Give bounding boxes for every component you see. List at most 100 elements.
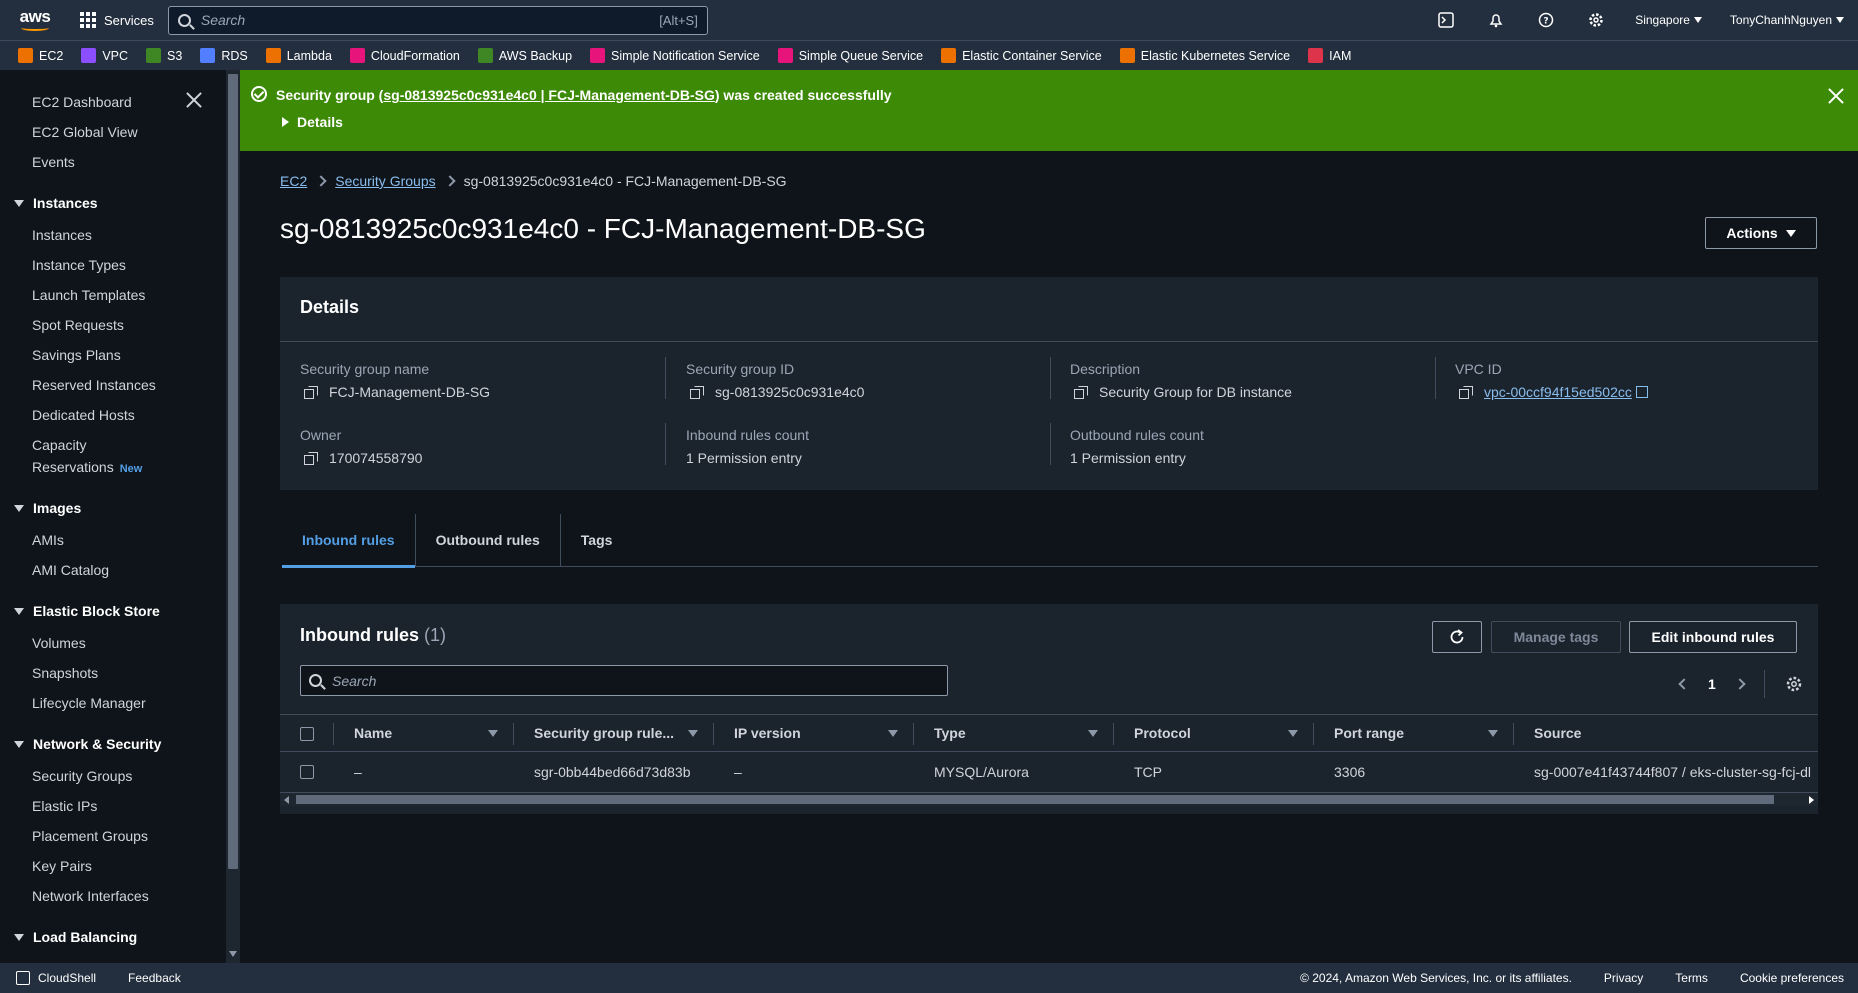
sidebar-item-key-pairs[interactable]: Key Pairs — [32, 858, 92, 874]
breadcrumb-security-groups[interactable]: Security Groups — [335, 173, 435, 189]
scroll-down-arrow-icon[interactable] — [229, 951, 237, 957]
column-header-port-range[interactable]: Port range — [1334, 725, 1404, 741]
aws-logo[interactable]: aws — [0, 0, 70, 40]
sidebar-item-launch-templates[interactable]: Launch Templates — [32, 287, 145, 303]
sidebar-item-events[interactable]: Events — [32, 154, 75, 170]
copy-icon[interactable] — [1459, 385, 1473, 399]
sort-icon[interactable] — [1088, 730, 1098, 737]
footer-privacy-link[interactable]: Privacy — [1604, 971, 1643, 985]
help-button[interactable]: ? — [1521, 0, 1571, 40]
sidebar-item-placement-groups[interactable]: Placement Groups — [32, 828, 148, 844]
sort-icon[interactable] — [1488, 730, 1498, 737]
sidebar-item-capacity-reservations[interactable]: Reservations New — [32, 459, 142, 475]
favorite-simple-notification-service[interactable]: Simple Notification Service — [590, 48, 760, 63]
sidebar-item-snapshots[interactable]: Snapshots — [32, 665, 98, 681]
sort-icon[interactable] — [688, 730, 698, 737]
current-page[interactable]: 1 — [1708, 676, 1716, 692]
close-sidebar-icon[interactable] — [186, 92, 202, 108]
rules-search-input[interactable]: Search — [300, 665, 948, 696]
edit-inbound-rules-button[interactable]: Edit inbound rules — [1629, 621, 1797, 653]
sort-icon[interactable] — [1288, 730, 1298, 737]
dismiss-flash-icon[interactable] — [1828, 88, 1844, 104]
notifications-button[interactable] — [1471, 0, 1521, 40]
row-checkbox[interactable] — [300, 765, 314, 779]
table-horizontal-scrollbar[interactable] — [280, 792, 1818, 806]
favorite-ec2[interactable]: EC2 — [18, 48, 63, 63]
account-menu[interactable]: TonyChanhNguyen — [1716, 0, 1858, 40]
footer-feedback-link[interactable]: Feedback — [128, 971, 181, 985]
sidebar-item-lifecycle-manager[interactable]: Lifecycle Manager — [32, 695, 146, 711]
sidebar-item-dedicated-hosts[interactable]: Dedicated Hosts — [32, 407, 135, 423]
footer-cookie-preferences-link[interactable]: Cookie preferences — [1740, 971, 1844, 985]
column-header-ip-version[interactable]: IP version — [734, 725, 801, 741]
sidebar-item-spot-requests[interactable]: Spot Requests — [32, 317, 124, 333]
column-header-name[interactable]: Name — [354, 725, 392, 741]
flash-sg-link[interactable]: sg-0813925c0c931e4c0 | FCJ-Management-DB… — [383, 87, 715, 103]
sidebar-item-capacity[interactable]: Capacity — [32, 437, 86, 453]
global-search-input[interactable]: Search [Alt+S] — [167, 5, 708, 35]
column-header-source[interactable]: Source — [1534, 725, 1581, 741]
flash-details-toggle[interactable]: Details — [282, 114, 343, 130]
favorite-cloudformation[interactable]: CloudFormation — [349, 48, 460, 63]
sort-icon[interactable] — [888, 730, 898, 737]
column-header-type[interactable]: Type — [934, 725, 966, 741]
favorite-iam[interactable]: IAM — [1308, 48, 1351, 63]
sidebar-item-ami-catalog[interactable]: AMI Catalog — [32, 562, 109, 578]
chevron-left-icon[interactable] — [1678, 678, 1690, 690]
manage-tags-button[interactable]: Manage tags — [1491, 621, 1621, 653]
copy-icon[interactable] — [1074, 385, 1088, 399]
actions-button[interactable]: Actions — [1705, 217, 1817, 249]
sidebar-scrollbar[interactable] — [226, 70, 240, 963]
favorite-simple-queue-service[interactable]: Simple Queue Service — [777, 48, 923, 63]
copy-icon[interactable] — [304, 451, 318, 465]
sidebar-item-ec2-global-view[interactable]: EC2 Global View — [32, 124, 138, 140]
favorite-aws-backup[interactable]: AWS Backup — [477, 48, 572, 63]
favorite-elastic-container-service[interactable]: Elastic Container Service — [941, 48, 1102, 63]
sidebar-item-instances[interactable]: Instances — [32, 227, 92, 243]
sidebar-scrollbar-thumb[interactable] — [228, 74, 238, 869]
settings-button[interactable] — [1571, 0, 1621, 40]
sidebar-section-instances[interactable]: Instances — [14, 195, 98, 211]
vpc-id-link[interactable]: vpc-00ccf94f15ed502cc — [1484, 384, 1632, 400]
select-all-checkbox[interactable] — [300, 727, 314, 741]
sidebar-item-ec2-dashboard[interactable]: EC2 Dashboard — [32, 94, 132, 110]
table-row[interactable]: – sgr-0bb44bed66d73d83b – MYSQL/Aurora T… — [280, 752, 1818, 792]
sidebar-item-network-interfaces[interactable]: Network Interfaces — [32, 888, 149, 904]
table-scrollbar-thumb[interactable] — [296, 795, 1774, 804]
favorite-s3[interactable]: S3 — [146, 48, 182, 63]
sidebar-section-images[interactable]: Images — [14, 500, 81, 516]
refresh-button[interactable] — [1432, 621, 1482, 653]
cloudshell-button[interactable] — [1421, 0, 1471, 40]
scroll-right-arrow-icon[interactable] — [1809, 796, 1814, 804]
sidebar-item-elastic-ips[interactable]: Elastic IPs — [32, 798, 97, 814]
breadcrumb-ec2[interactable]: EC2 — [280, 173, 307, 189]
footer-cloudshell-link[interactable]: CloudShell — [38, 971, 96, 985]
sidebar-section-network-security[interactable]: Network & Security — [14, 736, 161, 752]
favorite-rds[interactable]: RDS — [200, 48, 248, 63]
sidebar-item-security-groups[interactable]: Security Groups — [32, 768, 132, 784]
gear-icon[interactable] — [1785, 675, 1803, 693]
tab-tags[interactable]: Tags — [561, 514, 633, 567]
sidebar-item-volumes[interactable]: Volumes — [32, 635, 86, 651]
column-header-protocol[interactable]: Protocol — [1134, 725, 1191, 741]
sidebar-item-reserved-instances[interactable]: Reserved Instances — [32, 377, 156, 393]
copy-icon[interactable] — [304, 385, 318, 399]
favorite-lambda[interactable]: Lambda — [265, 48, 332, 63]
sort-icon[interactable] — [488, 730, 498, 737]
favorite-elastic-kubernetes-service[interactable]: Elastic Kubernetes Service — [1119, 48, 1290, 63]
tab-inbound-rules[interactable]: Inbound rules — [282, 513, 416, 568]
tab-outbound-rules[interactable]: Outbound rules — [416, 513, 561, 567]
copy-icon[interactable] — [690, 385, 704, 399]
scroll-left-arrow-icon[interactable] — [284, 796, 289, 804]
sidebar-item-savings-plans[interactable]: Savings Plans — [32, 347, 121, 363]
sidebar-item-instance-types[interactable]: Instance Types — [32, 257, 126, 273]
sidebar-item-amis[interactable]: AMIs — [32, 532, 64, 548]
sidebar-section-elastic-block-store[interactable]: Elastic Block Store — [14, 603, 160, 619]
sidebar-section-load-balancing[interactable]: Load Balancing — [14, 929, 137, 945]
chevron-right-icon[interactable] — [1734, 678, 1746, 690]
region-selector[interactable]: Singapore — [1621, 0, 1716, 40]
footer-terms-link[interactable]: Terms — [1675, 971, 1708, 985]
column-header-rule-id[interactable]: Security group rule... — [534, 725, 674, 741]
services-menu-button[interactable]: Services — [80, 0, 154, 40]
favorite-vpc[interactable]: VPC — [81, 48, 128, 63]
